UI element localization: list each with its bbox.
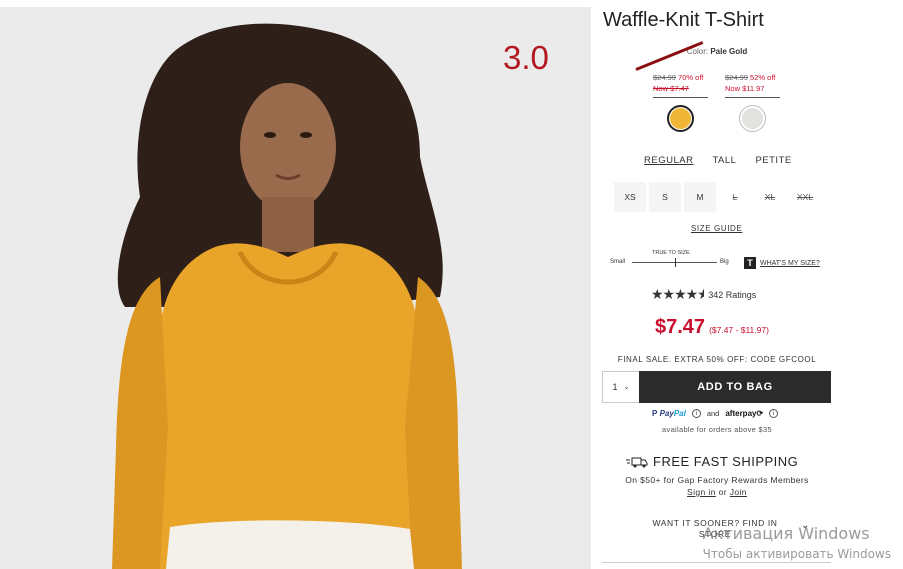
payment-options: P PayPal i and afterpay⟳ i — [652, 409, 779, 418]
fit-small-label: Small — [610, 259, 626, 265]
fit-tabs: REGULAR TALL PETITE — [644, 155, 792, 166]
shipping-links: Sign in or Join — [687, 487, 747, 497]
fit-indicator — [675, 258, 676, 267]
swatch-price-grey: $24.99 52% off Now $11.97 — [725, 72, 785, 98]
quantity-select[interactable]: 1 ⌄ — [602, 371, 640, 403]
size-s[interactable]: S — [649, 182, 681, 212]
sign-in-link[interactable]: Sign in — [687, 487, 716, 497]
afterpay-logo[interactable]: afterpay⟳ — [725, 409, 763, 418]
product-details-panel: Waffle-Knit T-Shirt Color: Pale Gold $24… — [600, 0, 903, 569]
promo-message: FINAL SALE. EXTRA 50% OFF: CODE GFCOOL — [617, 355, 817, 364]
afterpay-icon: ⟳ — [756, 409, 764, 418]
model-image — [0, 7, 591, 569]
color-swatch-grey[interactable] — [739, 105, 766, 132]
current-price: $7.47 — [655, 316, 706, 338]
info-icon[interactable]: i — [769, 409, 779, 418]
product-photo[interactable]: 3.0 — [0, 7, 591, 569]
size-xxl-unavailable[interactable]: XXL — [789, 182, 821, 212]
fit-big-label: Big — [720, 259, 729, 265]
os-activation-watermark: Активация Windows Чтобы активировать Win… — [702, 524, 891, 561]
size-xs[interactable]: XS — [614, 182, 646, 212]
tab-tall[interactable]: TALL — [712, 155, 736, 166]
chevron-down-icon: ⌄ — [623, 384, 630, 391]
size-xl-unavailable[interactable]: XL — [754, 182, 786, 212]
add-to-bag-button[interactable]: ADD TO BAG — [639, 371, 831, 403]
whats-my-size-link[interactable]: T WHAT'S MY SIZE? — [744, 257, 820, 269]
shipping-subline: On $50+ for Gap Factory Rewards Members — [625, 475, 809, 485]
payment-and-text: and — [706, 409, 720, 418]
color-label: Color: Pale Gold — [686, 47, 748, 56]
star-rating-icon: ★★★★★ — [651, 286, 705, 302]
photo-overlay-label: 3.0 — [503, 39, 549, 76]
ratings-count: 342 Ratings — [708, 289, 757, 300]
fit-meter: Small TRUE TO SIZE Big — [610, 250, 740, 272]
true-fit-icon: T — [744, 257, 756, 269]
swatch-price-pale-gold: $24.99 70% off Now $7.47 — [653, 72, 713, 98]
payment-availability: available for orders above $35 — [662, 425, 772, 434]
size-l-unavailable[interactable]: L — [719, 182, 751, 212]
price-range: ($7.47 - $11.97) — [709, 325, 769, 335]
shipping-truck-icon — [626, 457, 648, 467]
shipping-headline: FREE FAST SHIPPING — [626, 454, 798, 469]
product-title: Waffle-Knit T-Shirt — [603, 9, 764, 31]
price-row: $7.47 ($7.47 - $11.97) — [655, 316, 769, 339]
divider — [602, 562, 831, 563]
color-value: Pale Gold — [710, 47, 748, 56]
info-icon[interactable]: i — [691, 409, 701, 418]
rating-summary[interactable]: ★★★★★ 342 Ratings — [651, 286, 756, 303]
tab-petite[interactable]: PETITE — [755, 155, 791, 166]
size-selector: XS S M L XL XXL — [614, 182, 821, 212]
size-m[interactable]: M — [684, 182, 716, 212]
size-guide-link[interactable]: SIZE GUIDE — [691, 224, 742, 233]
paypal-logo[interactable]: P PayPal — [652, 409, 686, 418]
tab-regular[interactable]: REGULAR — [644, 155, 693, 166]
join-link[interactable]: Join — [730, 487, 747, 497]
color-swatch-pale-gold[interactable] — [667, 105, 694, 132]
fit-center-label: TRUE TO SIZE — [652, 250, 690, 256]
paypal-icon: P — [652, 409, 658, 418]
